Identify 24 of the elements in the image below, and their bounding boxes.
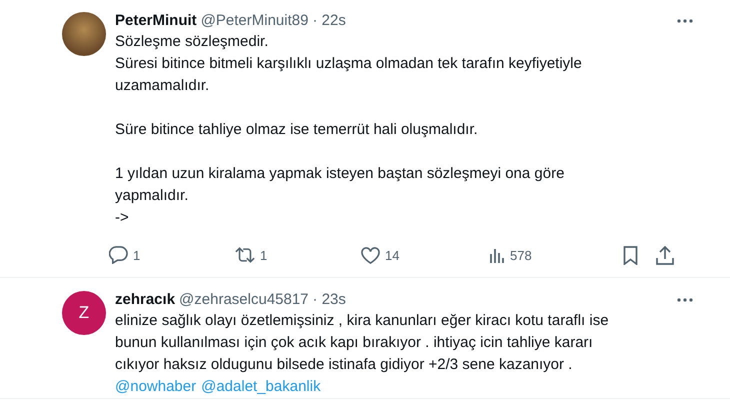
- tweet-text: 1 yıldan uzun kiralama yapmak isteyen baştan sözleşmeyi ona göre yapmalıdır. ->: [115, 164, 566, 228]
- action-count: 14: [385, 248, 400, 262]
- timestamp[interactable]: · 23s: [312, 291, 346, 308]
- bar-chart-icon[interactable]: [489, 246, 505, 264]
- heart-icon[interactable]: [361, 246, 380, 264]
- timestamp[interactable]: · 22s: [312, 12, 346, 29]
- author-handle[interactable]: @PeterMinuit89: [200, 12, 308, 29]
- author-name[interactable]: zehracık: [115, 291, 176, 308]
- share-icon[interactable]: [656, 246, 674, 264]
- more-icon[interactable]: [676, 296, 694, 302]
- reply-icon[interactable]: [109, 246, 128, 264]
- retweet-icon[interactable]: [235, 247, 255, 263]
- author-handle[interactable]: @zehraselcu45817: [179, 291, 309, 308]
- more-icon[interactable]: [676, 18, 694, 24]
- action-count: 1: [133, 248, 140, 262]
- action-count: 1: [260, 248, 268, 262]
- avatar[interactable]: Z: [62, 291, 106, 335]
- tweet-text: elinize sağlık olayı özetlemişsiniz , kira kanunları eğer kiracı kotu taraflı ise bunun kullanılması için çok acık kapı bırakıyor . ihtiyaç icin tahliye kararı cıkıyor haksız oldugunu bilsede istinafa gidiyor +2/3 sene kazanıyor .: [115, 311, 610, 375]
- action-count: 578: [510, 248, 532, 262]
- bookmark-icon[interactable]: [623, 246, 638, 264]
- tweet-text: Sözleşme sözleşmedir. Süresi bitince bitmeli karşılıklı uzlaşma olmadan tek tarafın keyfiyetiyle uzamamalıdır.: [115, 32, 583, 96]
- author-name[interactable]: PeterMinuit: [115, 12, 197, 29]
- avatar-photo-placeholder[interactable]: [62, 12, 106, 56]
- tweet-text: Süre bitince tahliye olmaz ise temerrüt hali oluşmalıdır.: [115, 120, 479, 140]
